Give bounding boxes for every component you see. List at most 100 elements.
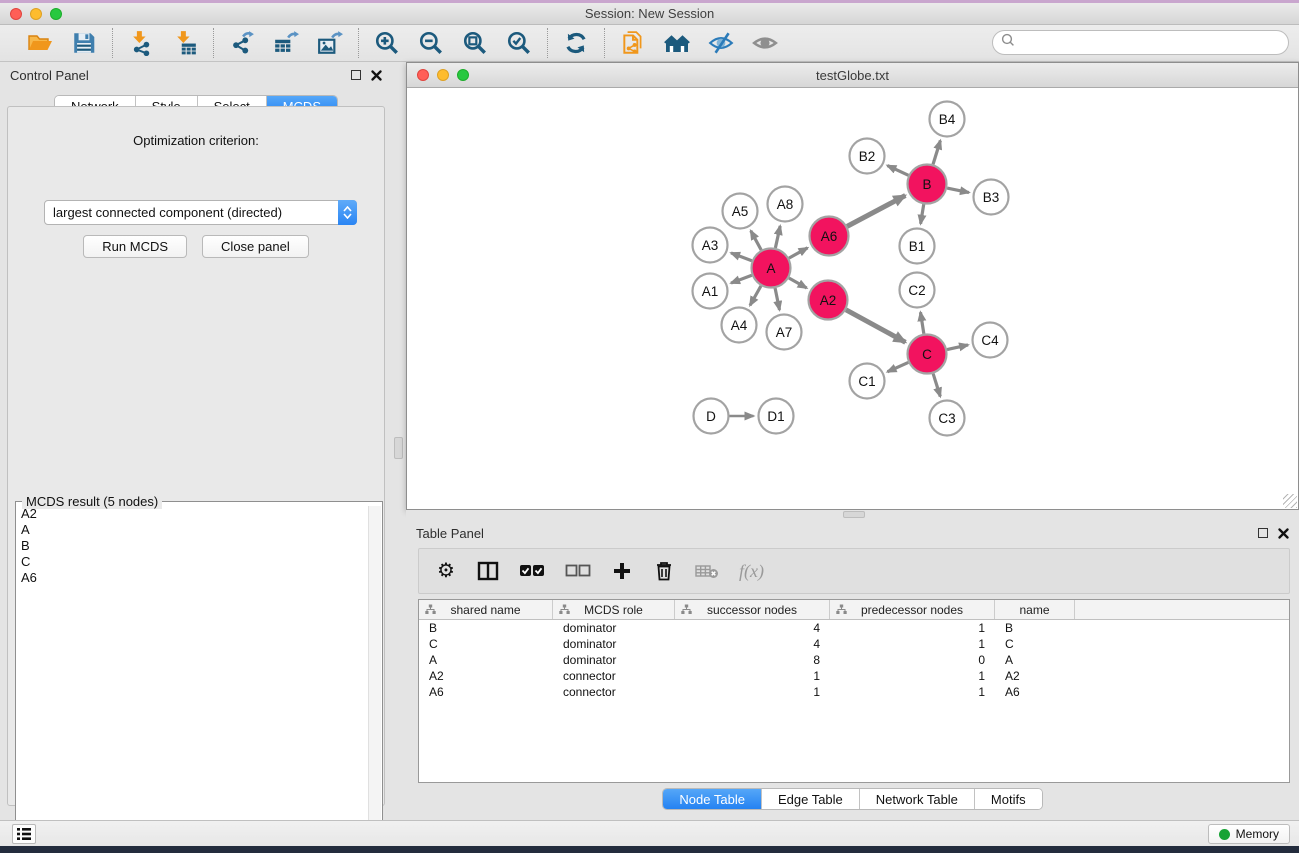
main-title-bar: Session: New Session: [0, 3, 1299, 25]
table-row[interactable]: A6connector11A6: [419, 684, 1289, 700]
tab-edge-table[interactable]: Edge Table: [762, 789, 860, 809]
memory-button[interactable]: Memory: [1208, 824, 1290, 844]
select-all-icon[interactable]: [519, 559, 545, 583]
zoom-fit-icon[interactable]: [461, 29, 489, 57]
import-network-icon[interactable]: [127, 29, 155, 57]
search-box[interactable]: [992, 30, 1289, 55]
float-panel-icon[interactable]: [1258, 528, 1268, 538]
column-header-shared-name[interactable]: shared name: [419, 600, 553, 619]
panel-divider-horizontal[interactable]: [406, 510, 1299, 520]
zoom-window-button[interactable]: [50, 8, 62, 20]
column-header-MCDS-role[interactable]: MCDS role: [553, 600, 675, 619]
graph-node-label: D1: [767, 409, 784, 424]
graph-edge-A-A6[interactable]: [789, 248, 808, 258]
minimize-window-button[interactable]: [30, 8, 42, 20]
network-canvas[interactable]: B4B2BB3A5A8A6A3B1AA1C2A2A4A7C4CC1C3DD1: [407, 88, 1298, 509]
show-columns-icon[interactable]: [477, 559, 499, 583]
column-header-successor-nodes[interactable]: successor nodes: [675, 600, 830, 619]
run-mcds-button[interactable]: Run MCDS: [83, 235, 187, 258]
graph-node-label: B2: [859, 149, 876, 164]
criterion-dropdown[interactable]: largest connected component (directed): [44, 200, 357, 225]
table-row[interactable]: A2connector11A2: [419, 668, 1289, 684]
graph-edge-A-A7[interactable]: [775, 288, 779, 310]
table-row[interactable]: Cdominator41C: [419, 636, 1289, 652]
delete-table-icon: [695, 559, 719, 583]
namespace-icon: [681, 604, 692, 618]
mcds-result-item[interactable]: B: [17, 538, 368, 554]
zoom-in-icon[interactable]: [373, 29, 401, 57]
mcds-result-item[interactable]: A6: [17, 570, 368, 586]
create-column-icon[interactable]: [611, 559, 633, 583]
graph-edge-A-A8[interactable]: [775, 226, 780, 248]
graph-edge-B-B2[interactable]: [887, 166, 908, 176]
tab-network-table[interactable]: Network Table: [860, 789, 975, 809]
window-resize-grip[interactable]: [1283, 494, 1297, 508]
birds-eye-view-icon[interactable]: [751, 29, 779, 57]
search-input[interactable]: [1020, 33, 1288, 53]
divider-grip[interactable]: [394, 437, 403, 459]
cell-name: A2: [995, 668, 1075, 684]
zoom-out-icon[interactable]: [417, 29, 445, 57]
column-header-predecessor-nodes[interactable]: predecessor nodes: [830, 600, 995, 619]
close-panel-icon[interactable]: [371, 70, 382, 81]
open-session-icon[interactable]: [26, 29, 54, 57]
tab-motifs[interactable]: Motifs: [975, 789, 1042, 809]
result-scrollbar[interactable]: [368, 506, 381, 841]
export-image-icon[interactable]: [316, 29, 344, 57]
new-network-from-selection-icon[interactable]: [619, 29, 647, 57]
network-close-button[interactable]: [417, 69, 429, 81]
mcds-result-item[interactable]: A: [17, 522, 368, 538]
delete-columns-icon[interactable]: [653, 559, 675, 583]
zoom-selected-icon[interactable]: [505, 29, 533, 57]
cell-MCDS-role: dominator: [553, 620, 675, 636]
table-row[interactable]: Adominator80A: [419, 652, 1289, 668]
panel-divider-vertical[interactable]: [392, 62, 406, 820]
stacked-windows-icon[interactable]: [663, 29, 691, 57]
deselect-all-icon[interactable]: [565, 559, 591, 583]
graph-edge-A-A4[interactable]: [750, 286, 761, 306]
float-panel-icon[interactable]: [351, 70, 361, 80]
save-session-icon[interactable]: [70, 29, 98, 57]
divider-grip[interactable]: [843, 511, 865, 518]
graph-node-label: B: [922, 177, 931, 192]
column-header-name[interactable]: name: [995, 600, 1075, 619]
graph-edge-A6-B[interactable]: [847, 195, 905, 226]
import-table-icon[interactable]: [171, 29, 199, 57]
node-table[interactable]: shared nameMCDS rolesuccessor nodesprede…: [418, 599, 1290, 783]
graph-edge-A2-C[interactable]: [846, 310, 905, 342]
graph-edge-B-B1[interactable]: [921, 204, 924, 224]
namespace-icon: [559, 604, 570, 618]
mcds-result-item[interactable]: A2: [17, 506, 368, 522]
cell-successor-nodes: 8: [675, 652, 830, 668]
task-history-button[interactable]: [12, 824, 36, 844]
graph-edge-C-C1[interactable]: [888, 362, 909, 371]
network-minimize-button[interactable]: [437, 69, 449, 81]
graph-edge-C-C3[interactable]: [933, 374, 940, 397]
mcds-result-item[interactable]: C: [17, 554, 368, 570]
table-options-icon[interactable]: ⚙: [435, 559, 457, 583]
mcds-result-list[interactable]: A2ABCA6: [17, 506, 368, 841]
export-table-icon[interactable]: [272, 29, 300, 57]
graph-edge-B-B4[interactable]: [933, 141, 940, 165]
graph-edge-C-C2[interactable]: [920, 312, 923, 334]
table-row[interactable]: Bdominator41B: [419, 620, 1289, 636]
cell-successor-nodes: 4: [675, 636, 830, 652]
graph-edge-C-C4[interactable]: [947, 345, 968, 350]
table-header-row: shared nameMCDS rolesuccessor nodesprede…: [419, 600, 1289, 620]
graph-node-label: B3: [983, 190, 1000, 205]
graph-edge-A-A2[interactable]: [789, 278, 807, 288]
graph-edge-A-A5[interactable]: [751, 231, 761, 250]
network-window-title-bar[interactable]: testGlobe.txt: [407, 63, 1298, 88]
graph-edge-A-A3[interactable]: [731, 253, 752, 261]
close-panel-button[interactable]: Close panel: [202, 235, 309, 258]
tab-node-table[interactable]: Node Table: [663, 789, 762, 809]
network-zoom-button[interactable]: [457, 69, 469, 81]
graph-edge-B-B3[interactable]: [947, 188, 969, 192]
show-graphics-details-icon[interactable]: [707, 29, 735, 57]
close-panel-icon[interactable]: [1278, 528, 1289, 539]
refresh-icon[interactable]: [562, 29, 590, 57]
export-network-icon[interactable]: [228, 29, 256, 57]
graph-edge-A-A1[interactable]: [731, 275, 752, 283]
close-window-button[interactable]: [10, 8, 22, 20]
graph-node-label: C2: [908, 283, 925, 298]
